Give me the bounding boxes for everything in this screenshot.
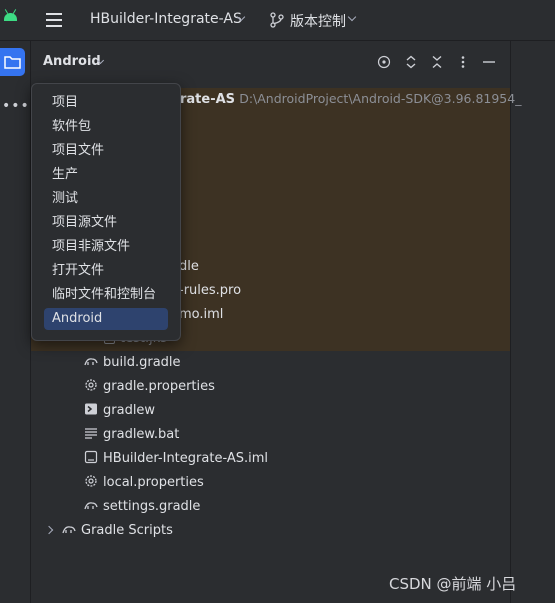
popup-item-packages[interactable]: 软件包 bbox=[44, 116, 168, 138]
module-file-icon bbox=[84, 450, 98, 464]
chevron-down-icon[interactable] bbox=[347, 12, 357, 22]
tree-item[interactable]: HBuilder-Integrate-AS.iml bbox=[84, 448, 268, 470]
tree-label: local.properties bbox=[103, 475, 204, 490]
root-name: rate-AS bbox=[180, 92, 236, 107]
watermark: CSDN @前端 小吕 bbox=[389, 575, 517, 593]
gradle-icon bbox=[62, 526, 76, 534]
tree-label: -rules.pro bbox=[179, 283, 242, 298]
tree-label: dle bbox=[179, 259, 199, 274]
android-logo-icon bbox=[4, 13, 17, 21]
settings-gear-icon bbox=[85, 379, 97, 391]
tree-item[interactable]: local.properties bbox=[84, 472, 204, 494]
project-name[interactable]: HBuilder-Integrate-AS bbox=[90, 11, 242, 27]
tree-item[interactable]: gradlew bbox=[84, 400, 155, 422]
popup-item-production[interactable]: 生产 bbox=[44, 164, 168, 186]
more-tools-icon[interactable]: ••• bbox=[2, 98, 30, 114]
right-gutter bbox=[510, 41, 555, 603]
tree-item[interactable]: settings.gradle bbox=[84, 496, 200, 518]
tree-label: Gradle Scripts bbox=[81, 523, 173, 538]
title-bar: HBuilder-Integrate-AS 版本控制 bbox=[0, 0, 555, 41]
tree-label: build.gradle bbox=[103, 355, 181, 370]
popup-item-project-non-source-files[interactable]: 项目非源文件 bbox=[44, 236, 168, 258]
view-selector-popup: 项目 软件包 项目文件 生产 测试 项目源文件 项目非源文件 打开文件 临时文件… bbox=[31, 83, 181, 341]
popup-item-tests[interactable]: 测试 bbox=[44, 188, 168, 210]
main-menu-icon[interactable] bbox=[46, 13, 62, 27]
tree-row-partial[interactable]: -rules.pro bbox=[179, 280, 241, 302]
tool-window-stripe bbox=[0, 41, 31, 603]
popup-item-android[interactable]: Android bbox=[44, 308, 168, 330]
tree-row-partial[interactable]: mo.iml bbox=[179, 304, 223, 326]
locate-file-icon[interactable] bbox=[377, 55, 391, 69]
vcs-label[interactable]: 版本控制 bbox=[290, 11, 346, 31]
tree-item[interactable]: gradle.properties bbox=[84, 376, 215, 398]
popup-item-open-files[interactable]: 打开文件 bbox=[44, 260, 168, 282]
expand-all-icon[interactable] bbox=[404, 55, 418, 69]
terminal-icon bbox=[85, 403, 97, 415]
collapse-all-icon[interactable] bbox=[430, 55, 444, 69]
settings-gear-icon bbox=[85, 475, 97, 487]
hide-panel-icon[interactable] bbox=[482, 55, 496, 69]
chevron-right-icon[interactable] bbox=[44, 525, 54, 535]
popup-item-project-source-files[interactable]: 项目源文件 bbox=[44, 212, 168, 234]
tree-item[interactable]: build.gradle bbox=[84, 352, 181, 374]
gradle-icon bbox=[84, 358, 98, 366]
text-file-icon bbox=[85, 428, 97, 439]
tree-root-row[interactable]: rate-AS D:\AndroidProject\Android-SDK@3.… bbox=[180, 88, 521, 110]
tree-label: HBuilder-Integrate-AS.iml bbox=[103, 451, 269, 466]
options-menu-icon[interactable] bbox=[456, 55, 470, 69]
root-path: D:\AndroidProject\Android-SDK@3.96.81954… bbox=[239, 91, 522, 106]
popup-item-project-files[interactable]: 项目文件 bbox=[44, 140, 168, 162]
tree-label: gradlew bbox=[103, 403, 156, 418]
popup-item-scratches-consoles[interactable]: 临时文件和控制台 bbox=[44, 284, 168, 306]
popup-item-project[interactable]: 项目 bbox=[44, 92, 168, 114]
project-tool-button[interactable] bbox=[0, 48, 25, 76]
tree-label: gradlew.bat bbox=[103, 427, 180, 442]
folder-icon bbox=[4, 56, 21, 69]
tree-label: settings.gradle bbox=[103, 499, 201, 514]
gradle-icon bbox=[84, 502, 98, 510]
tree-label: gradle.properties bbox=[103, 379, 215, 394]
tree-row-partial[interactable]: dle bbox=[179, 256, 199, 278]
tree-label: mo.iml bbox=[179, 307, 224, 322]
view-selector[interactable]: Android bbox=[43, 54, 101, 69]
vcs-branch-icon[interactable] bbox=[270, 12, 284, 28]
tree-item[interactable]: gradlew.bat bbox=[84, 424, 179, 446]
tree-item-gradle-scripts[interactable]: Gradle Scripts bbox=[44, 520, 173, 542]
